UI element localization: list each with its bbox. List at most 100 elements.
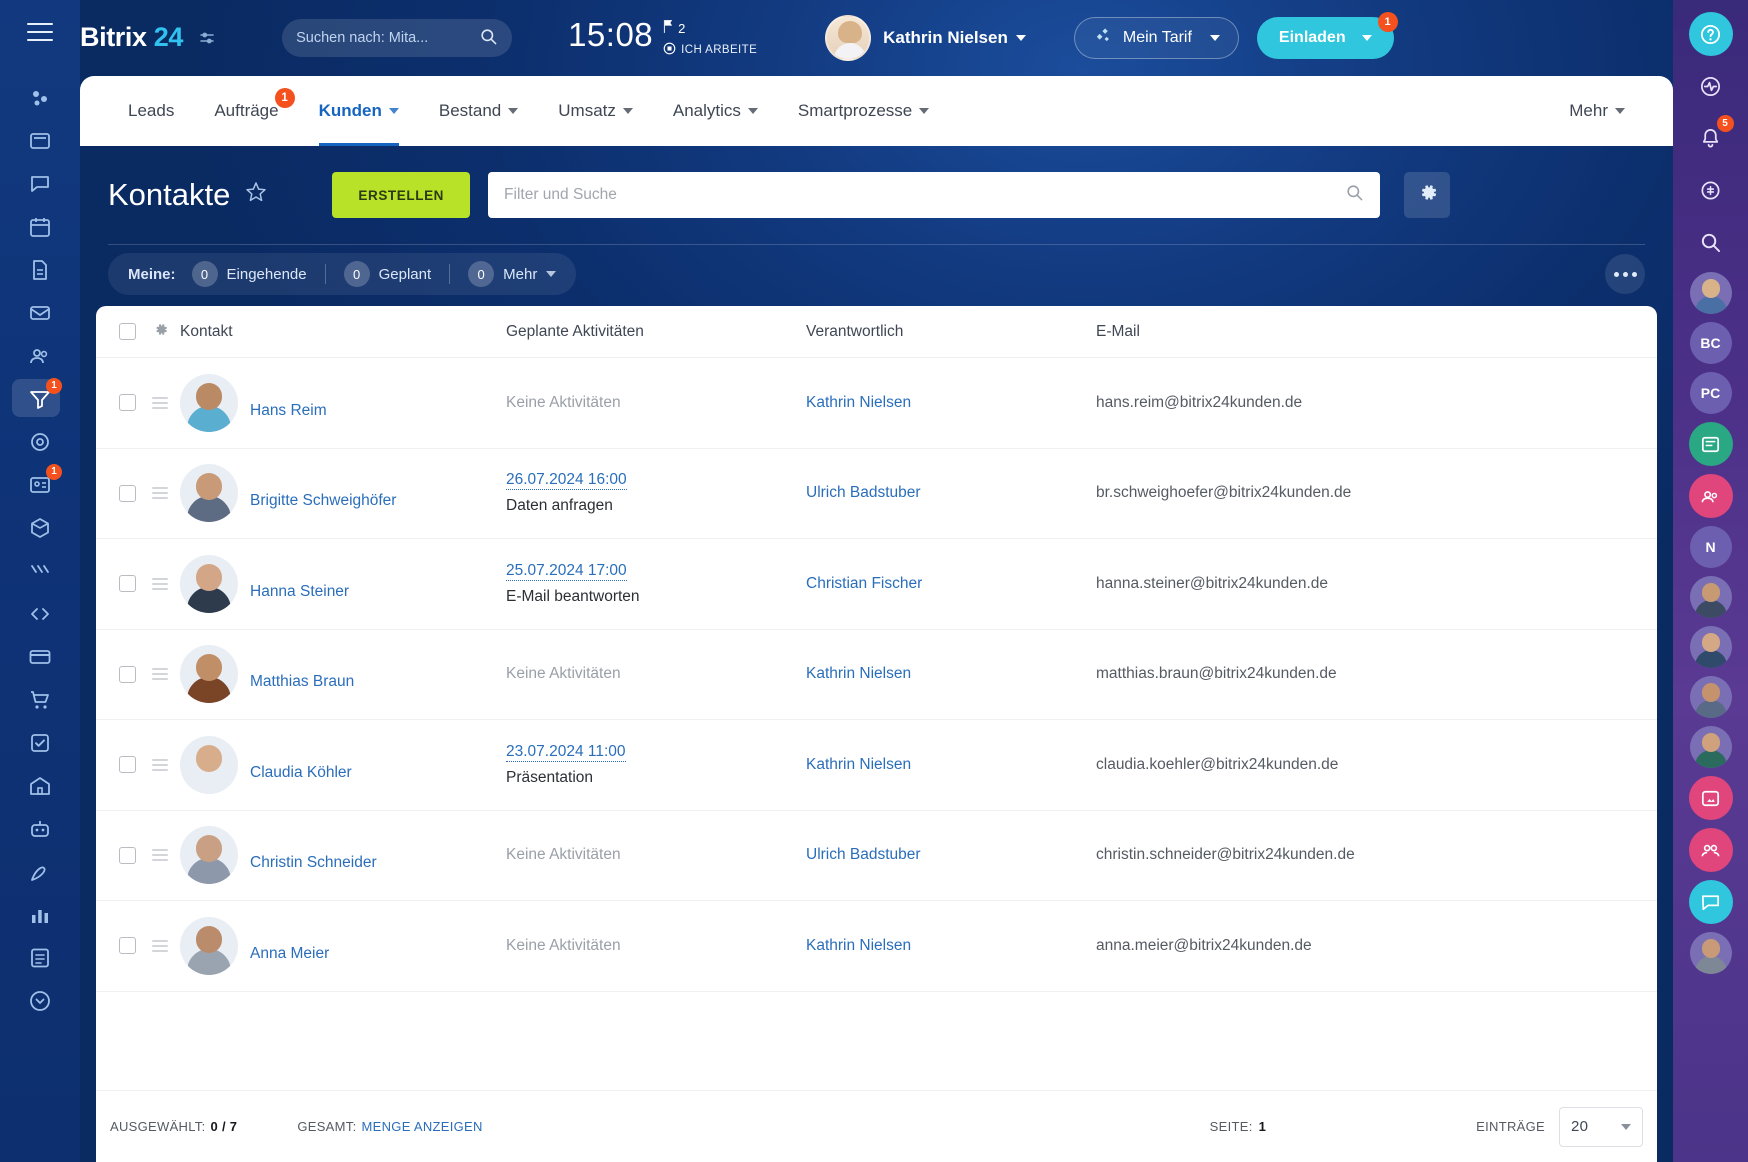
select-all-checkbox[interactable] xyxy=(119,323,136,340)
table-row[interactable]: Christin SchneiderKeine AktivitätenUlric… xyxy=(96,811,1657,902)
sidebar-item-mail[interactable] xyxy=(16,291,64,334)
sidebar-item-crm-funnel[interactable]: 1 xyxy=(16,377,64,420)
responsible-link[interactable]: Kathrin Nielsen xyxy=(806,665,911,682)
sidebar-item-code[interactable] xyxy=(16,592,64,635)
filter-search-input[interactable]: Filter und Suche xyxy=(488,172,1380,218)
table-row[interactable]: Hans ReimKeine AktivitätenKathrin Nielse… xyxy=(96,358,1657,449)
sidebar-item-contact-card[interactable]: 1 xyxy=(16,463,64,506)
counter-mehr[interactable]: 0Mehr xyxy=(468,261,556,287)
chat-cyan-icon[interactable] xyxy=(1689,880,1733,924)
sidebar-item-analytics[interactable] xyxy=(16,893,64,936)
invite-button[interactable]: Einladen 1 xyxy=(1257,17,1394,59)
sidebar-item-cart[interactable] xyxy=(16,678,64,721)
sidebar-item-company[interactable] xyxy=(16,764,64,807)
table-row[interactable]: Matthias BraunKeine AktivitätenKathrin N… xyxy=(96,630,1657,721)
row-checkbox[interactable] xyxy=(119,394,136,411)
nav-tab-smartprozesse[interactable]: Smartprozesse xyxy=(778,76,949,146)
sidebar-item-card[interactable] xyxy=(16,635,64,678)
row-checkbox[interactable] xyxy=(119,575,136,592)
contact-name-link[interactable]: Brigitte Schweighöfer xyxy=(250,492,396,510)
sidebar-item-checklist[interactable] xyxy=(16,721,64,764)
user-avatar-4[interactable] xyxy=(1690,676,1732,718)
counter-geplant[interactable]: 0Geplant xyxy=(344,261,432,287)
favorite-star-icon[interactable] xyxy=(244,180,268,210)
help-icon[interactable] xyxy=(1689,12,1733,56)
drag-handle-icon[interactable] xyxy=(152,849,168,861)
column-settings-icon[interactable] xyxy=(152,321,169,343)
responsible-link[interactable]: Christian Fischer xyxy=(806,575,922,592)
flag-counter[interactable]: 2 xyxy=(663,20,757,36)
row-checkbox[interactable] xyxy=(119,666,136,683)
table-row[interactable]: Brigitte Schweighöfer26.07.2024 16:00Dat… xyxy=(96,449,1657,540)
responsible-link[interactable]: Kathrin Nielsen xyxy=(806,937,911,954)
table-row[interactable]: Anna MeierKeine AktivitätenKathrin Niels… xyxy=(96,901,1657,992)
sidebar-item-group[interactable] xyxy=(16,334,64,377)
user-avatar-6[interactable] xyxy=(1690,932,1732,974)
group-pink-icon[interactable] xyxy=(1689,474,1733,518)
contact-name-link[interactable]: Anna Meier xyxy=(250,945,329,963)
contact-pink-icon[interactable] xyxy=(1689,776,1733,820)
user-initials-n[interactable]: N xyxy=(1690,526,1732,568)
work-status[interactable]: ICH ARBEITE xyxy=(663,42,757,58)
responsible-link[interactable]: Kathrin Nielsen xyxy=(806,394,911,411)
search-icon[interactable] xyxy=(1689,220,1733,264)
row-checkbox[interactable] xyxy=(119,847,136,864)
settings-button[interactable] xyxy=(1404,172,1450,218)
people-pink-icon[interactable] xyxy=(1689,828,1733,872)
page-value[interactable]: 1 xyxy=(1259,1119,1267,1134)
nav-tab-analytics[interactable]: Analytics xyxy=(653,76,778,146)
my-plan-button[interactable]: Mein Tarif xyxy=(1074,17,1239,59)
contact-name-link[interactable]: Claudia Köhler xyxy=(250,764,352,782)
sidebar-item-more-down[interactable] xyxy=(16,979,64,1022)
responsible-link[interactable]: Kathrin Nielsen xyxy=(806,756,911,773)
user-initials-bc[interactable]: BC xyxy=(1690,322,1732,364)
activity-date-link[interactable]: 26.07.2024 16:00 xyxy=(506,471,627,490)
bitrix24-logo[interactable]: Bitrix 24 xyxy=(80,22,216,54)
drag-handle-icon[interactable] xyxy=(152,759,168,771)
drag-handle-icon[interactable] xyxy=(152,397,168,409)
user-initials-pc[interactable]: PC xyxy=(1690,372,1732,414)
bell-icon[interactable]: 5 xyxy=(1689,116,1733,160)
responsible-link[interactable]: Ulrich Badstuber xyxy=(806,846,921,863)
time-tracker-widget[interactable]: 15:08 2 ICH ARBEITE xyxy=(568,18,757,58)
sidebar-item-automation[interactable] xyxy=(16,807,64,850)
sidebar-item-tasks[interactable] xyxy=(16,549,64,592)
more-actions-button[interactable] xyxy=(1605,254,1645,294)
drag-handle-icon[interactable] xyxy=(152,668,168,680)
sidebar-item-chat[interactable] xyxy=(16,162,64,205)
column-header-verantwortlich[interactable]: Verantwortlich xyxy=(806,323,1096,341)
user-avatar-5[interactable] xyxy=(1690,726,1732,768)
sidebar-item-documents[interactable] xyxy=(16,248,64,291)
table-row[interactable]: Hanna Steiner25.07.2024 17:00E-Mail bean… xyxy=(96,539,1657,630)
global-search-input[interactable]: Suchen nach: Mita... xyxy=(282,19,512,57)
sidebar-item-box[interactable] xyxy=(16,506,64,549)
responsible-link[interactable]: Ulrich Badstuber xyxy=(806,484,921,501)
table-row[interactable]: Claudia Köhler23.07.2024 11:00Präsentati… xyxy=(96,720,1657,811)
user-menu[interactable]: Kathrin Nielsen xyxy=(825,15,1026,61)
activity-date-link[interactable]: 25.07.2024 17:00 xyxy=(506,562,627,581)
user-avatar-2[interactable] xyxy=(1690,576,1732,618)
column-header-kontakt[interactable]: Kontakt xyxy=(176,323,506,341)
sidebar-item-design[interactable] xyxy=(16,850,64,893)
group-green-icon[interactable] xyxy=(1689,422,1733,466)
contact-name-link[interactable]: Matthias Braun xyxy=(250,673,354,691)
user-avatar-3[interactable] xyxy=(1690,626,1732,668)
search-icon[interactable] xyxy=(1345,183,1364,207)
row-checkbox[interactable] xyxy=(119,756,136,773)
drag-handle-icon[interactable] xyxy=(152,940,168,952)
sidebar-item-calendar[interactable] xyxy=(16,205,64,248)
contact-name-link[interactable]: Christin Schneider xyxy=(250,854,377,872)
sidebar-item-target[interactable] xyxy=(16,420,64,463)
column-header-email[interactable]: E-Mail xyxy=(1096,323,1657,341)
total-show-link[interactable]: MENGE ANZEIGEN xyxy=(362,1119,483,1134)
counter-eingehende[interactable]: 0Eingehende xyxy=(192,261,307,287)
pulse-icon[interactable] xyxy=(1689,64,1733,108)
sidebar-item-news-feed[interactable] xyxy=(16,119,64,162)
nav-tab-auftr-ge[interactable]: Aufträge1 xyxy=(194,76,298,146)
nav-tab-kunden[interactable]: Kunden xyxy=(299,76,419,146)
drag-handle-icon[interactable] xyxy=(152,487,168,499)
menu-toggle-button[interactable] xyxy=(18,10,62,54)
contact-name-link[interactable]: Hanna Steiner xyxy=(250,583,349,601)
nav-more-button[interactable]: Mehr xyxy=(1549,76,1645,146)
coins-icon[interactable] xyxy=(1689,168,1733,212)
